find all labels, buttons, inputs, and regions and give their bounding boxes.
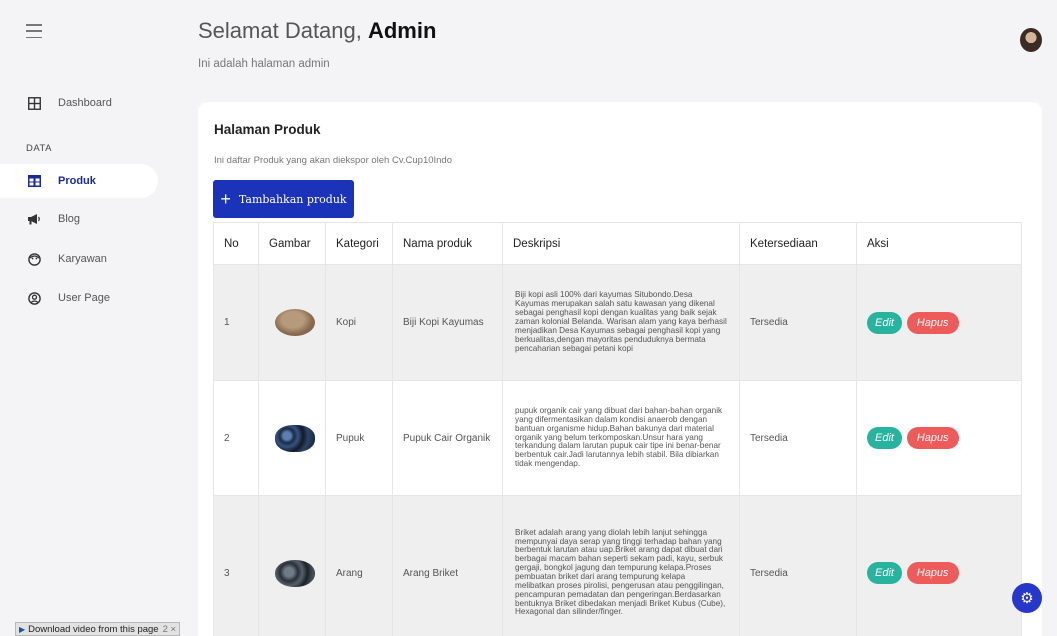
page-title: Selamat Datang, Admin (198, 18, 437, 43)
sidebar: Dashboard DATA Produk Blog Karyawan User… (0, 0, 170, 636)
cell-ketersediaan: Tersedia (739, 264, 857, 381)
table-icon (27, 174, 41, 188)
sidebar-item-produk[interactable]: Produk (0, 164, 158, 198)
page-subtitle: Ini adalah halaman admin (198, 58, 330, 70)
table-row: 1 Kopi Biji Kopi Kayumas Biji kopi asli … (213, 264, 1022, 381)
cell-nama: Biji Kopi Kayumas (392, 264, 503, 381)
cell-aksi: Edit Hapus (856, 380, 1022, 496)
edit-button[interactable]: Edit (867, 562, 902, 584)
column-header-kategori: Kategori (325, 222, 393, 265)
cell-deskripsi: pupuk organik cair yang dibuat dari baha… (502, 380, 740, 496)
cell-image (258, 380, 326, 496)
sidebar-item-dashboard[interactable]: Dashboard (0, 86, 158, 120)
download-video-bar[interactable]: ▶ Download video from this page 2 × (15, 622, 181, 636)
cell-kategori: Kopi (325, 264, 393, 381)
product-card: Halaman Produk Ini daftar Produk yang ak… (198, 102, 1042, 636)
sidebar-item-karyawan[interactable]: Karyawan (0, 242, 158, 276)
cell-ketersediaan: Tersedia (739, 380, 857, 496)
cell-no: 2 (213, 380, 259, 496)
edit-button[interactable]: Edit (867, 427, 902, 449)
cell-deskripsi: Briket adalah arang yang diolah lebih la… (502, 495, 740, 636)
grid-icon (27, 96, 41, 110)
sidebar-item-label: Blog (58, 213, 81, 225)
sidebar-item-user-page[interactable]: User Page (0, 281, 158, 315)
cell-aksi: Edit Hapus (856, 264, 1022, 381)
add-product-button[interactable]: + Tambahkan produk (213, 180, 354, 218)
table-row: 2 Pupuk Pupuk Cair Organik pupuk organik… (213, 380, 1022, 496)
cell-aksi: Edit Hapus (856, 495, 1022, 636)
column-header-nama-produk: Nama produk (392, 222, 503, 265)
column-header-aksi: Aksi (856, 222, 1022, 265)
cell-no: 1 (213, 264, 259, 381)
settings-button[interactable]: ⚙ (1012, 583, 1042, 613)
sidebar-item-label: Dashboard (58, 97, 112, 109)
cell-nama: Pupuk Cair Organik (392, 380, 503, 496)
column-header-no: No (213, 222, 259, 265)
cell-deskripsi: Biji kopi asli 100% dari kayumas Situbon… (502, 264, 740, 381)
product-image (275, 559, 315, 587)
table-header-row: No Gambar Kategori Nama produk Deskripsi… (213, 222, 1022, 265)
megaphone-icon (27, 212, 41, 226)
edit-button[interactable]: Edit (867, 311, 902, 334)
cell-no: 3 (213, 495, 259, 636)
product-image (275, 424, 315, 452)
sidebar-item-label: User Page (58, 292, 110, 304)
sidebar-item-label: Produk (58, 175, 96, 187)
gear-icon: ⚙ (1020, 590, 1034, 607)
cell-kategori: Pupuk (325, 380, 393, 496)
sidebar-item-label: Karyawan (58, 253, 107, 265)
cell-ketersediaan: Tersedia (739, 495, 857, 636)
delete-button[interactable]: Hapus (906, 427, 959, 449)
column-header-ketersediaan: Ketersediaan (739, 222, 857, 265)
sidebar-item-blog[interactable]: Blog (0, 202, 158, 236)
delete-button[interactable]: Hapus (906, 311, 959, 334)
cell-kategori: Arang (325, 495, 393, 636)
table-row: 3 Arang Arang Briket Briket adalah arang… (213, 495, 1022, 636)
plus-icon: + (220, 189, 231, 209)
user-circle-icon (27, 291, 41, 305)
card-title: Halaman Produk (214, 122, 321, 137)
product-image (275, 309, 315, 336)
admin-name: Admin (367, 18, 437, 43)
cell-image (258, 264, 326, 381)
menu-toggle-icon[interactable] (26, 24, 42, 38)
sidebar-section-label: DATA (26, 143, 52, 154)
delete-button[interactable]: Hapus (906, 562, 959, 584)
column-header-deskripsi: Deskripsi (502, 222, 740, 265)
product-table: No Gambar Kategori Nama produk Deskripsi… (213, 222, 1022, 636)
card-subtitle: Ini daftar Produk yang akan diekspor ole… (214, 155, 453, 166)
cell-nama: Arang Briket (392, 495, 503, 636)
avatar[interactable] (1020, 28, 1042, 52)
cell-image (258, 495, 326, 636)
face-icon (27, 252, 41, 266)
column-header-gambar: Gambar (258, 222, 326, 265)
play-icon: ▶ (19, 624, 26, 634)
